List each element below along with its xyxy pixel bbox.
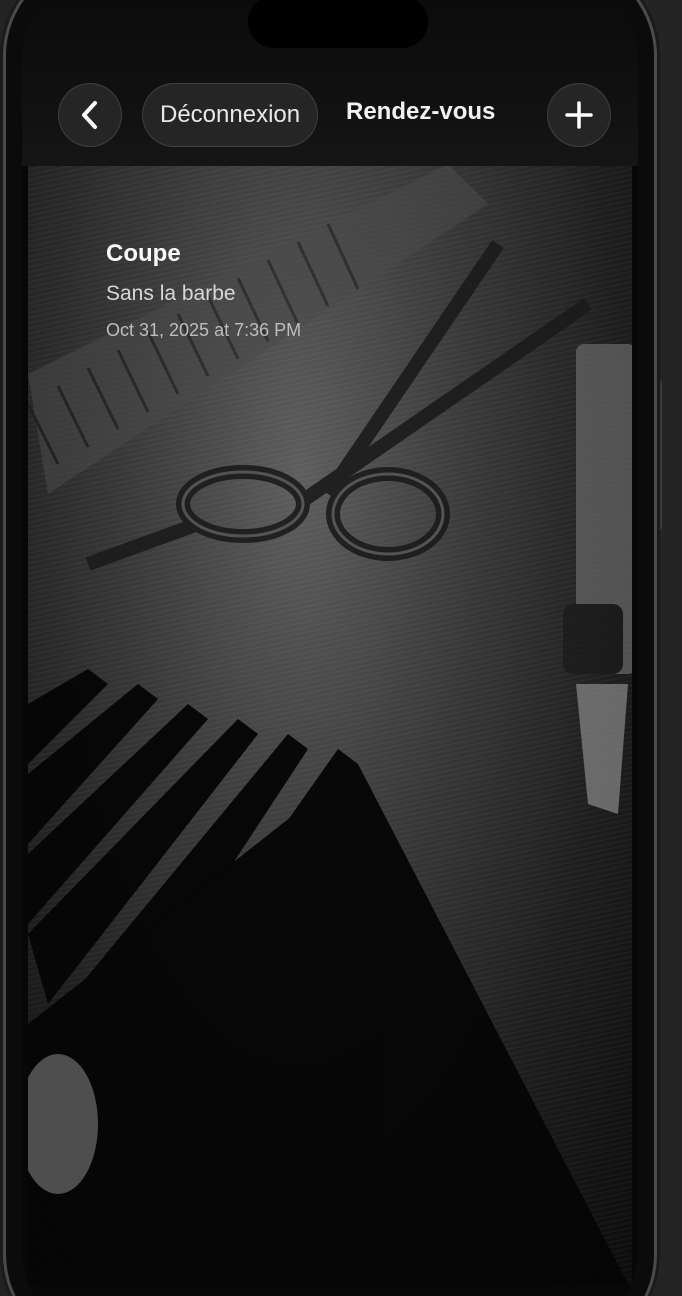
back-button[interactable] <box>58 83 122 147</box>
appointment-subtitle: Sans la barbe <box>106 282 236 305</box>
appointment-card[interactable]: Coupe Sans la barbe Oct 31, 2025 at 7:36… <box>106 240 426 341</box>
plus-icon <box>565 101 593 129</box>
appointment-date: Oct 31, 2025 at 7:36 PM <box>106 320 302 340</box>
dynamic-island <box>248 0 428 48</box>
phone-frame: Déconnexion Rendez-vous Coupe Sans la ba… <box>6 0 654 1296</box>
logout-button[interactable]: Déconnexion <box>142 83 319 147</box>
chevron-left-icon <box>82 101 97 129</box>
phone-screen: Déconnexion Rendez-vous Coupe Sans la ba… <box>22 0 638 1296</box>
appointment-title: Coupe <box>106 240 181 267</box>
logout-label: Déconnexion <box>160 101 301 128</box>
desktop-background: Déconnexion Rendez-vous Coupe Sans la ba… <box>0 0 682 1296</box>
add-appointment-button[interactable] <box>547 83 611 147</box>
phone-side-button <box>656 380 662 530</box>
page-title: Rendez-vous <box>346 98 496 125</box>
